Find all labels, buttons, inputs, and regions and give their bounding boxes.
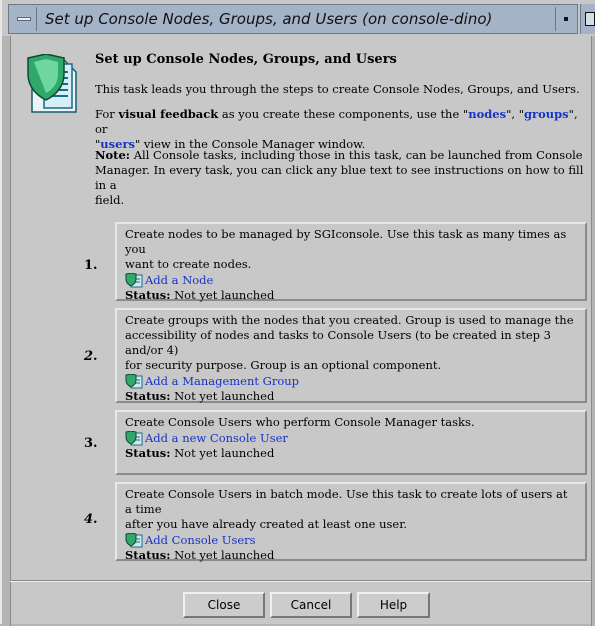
note-text: Note: All Console tasks, including those… (95, 148, 584, 207)
task-heading: Set up Console Nodes, Groups, and Users (95, 52, 397, 67)
step-card: Create groups with the nodes that you cr… (115, 308, 587, 403)
step-description: Create Console Users in batch mode. Use … (125, 487, 568, 531)
window-title: Set up Console Nodes, Groups, and Users … (45, 10, 493, 28)
task-link[interactable]: Add a Management Group (125, 374, 577, 389)
task-icon (125, 533, 143, 548)
step-description: Create nodes to be managed by SGIconsole… (125, 227, 567, 271)
task-window: Set up Console Nodes, Groups, and Users … (0, 0, 595, 626)
window-right-border (591, 36, 595, 626)
window-left-border (2, 36, 11, 626)
step-status: Status: Not yet launched (125, 389, 275, 403)
task-link[interactable]: Add a new Console User (125, 431, 577, 446)
task-link[interactable]: Add Console Users (125, 533, 577, 548)
add-console-user-link[interactable]: Add a new Console User (145, 431, 288, 446)
step-number: 4. (84, 512, 98, 527)
button-divider (10, 580, 591, 582)
task-icon (125, 431, 143, 446)
help-button[interactable]: Help (357, 592, 430, 618)
step-card: Create nodes to be managed by SGIconsole… (115, 222, 587, 302)
step-description: Create Console Users who perform Console… (125, 415, 475, 429)
add-console-users-link[interactable]: Add Console Users (145, 533, 256, 548)
shield-document-icon (27, 54, 77, 113)
task-icon (125, 273, 143, 288)
step-status: Status: Not yet launched (125, 548, 275, 562)
cancel-button[interactable]: Cancel (270, 592, 352, 618)
step-description: Create groups with the nodes that you cr… (125, 313, 574, 372)
step-number: 1. (84, 258, 98, 273)
window-menu-icon[interactable] (11, 7, 37, 31)
task-description: This task leads you through the steps to… (95, 82, 580, 96)
add-node-link[interactable]: Add a Node (145, 273, 213, 288)
add-management-group-link[interactable]: Add a Management Group (145, 374, 299, 389)
step-status: Status: Not yet launched (125, 446, 275, 460)
minimize-icon[interactable] (555, 7, 577, 31)
task-link[interactable]: Add a Node (125, 273, 577, 288)
maximize-icon[interactable] (580, 4, 595, 34)
visual-feedback-text: For visual feedback as you create these … (95, 107, 578, 151)
groups-link[interactable]: groups (524, 107, 569, 121)
step-status: Status: Not yet launched (125, 288, 275, 302)
task-icon (125, 374, 143, 389)
step-number: 3. (84, 436, 98, 451)
title-bar[interactable]: Set up Console Nodes, Groups, and Users … (8, 4, 578, 34)
step-number: 2. (84, 349, 98, 364)
step-card: Create Console Users in batch mode. Use … (115, 482, 587, 562)
close-button[interactable]: Close (183, 592, 265, 618)
step-card: Create Console Users who perform Console… (115, 410, 587, 475)
nodes-link[interactable]: nodes (468, 107, 506, 121)
